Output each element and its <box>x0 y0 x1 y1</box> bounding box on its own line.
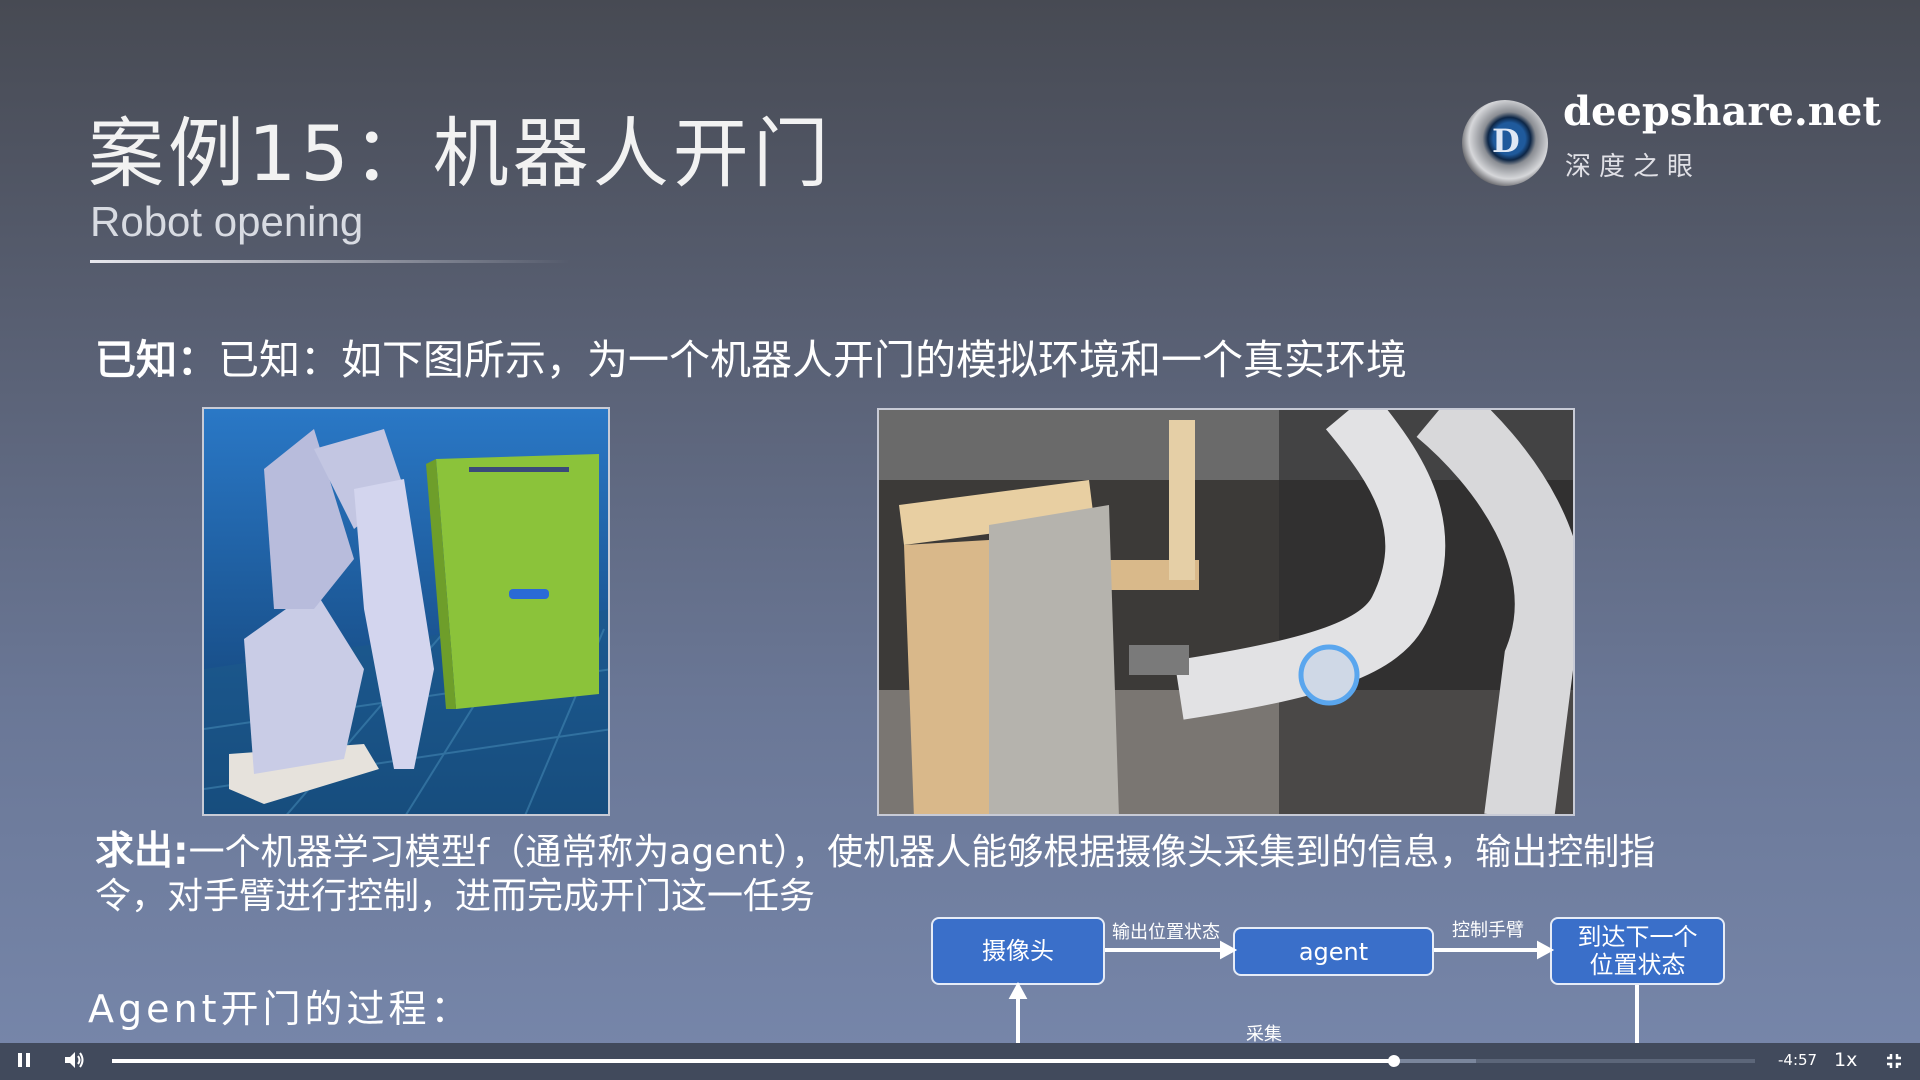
progress-thumb[interactable] <box>1387 1055 1400 1067</box>
progress-played <box>112 1059 1394 1063</box>
exit-fullscreen-icon[interactable] <box>1886 1053 1902 1074</box>
time-remaining: -4:57 <box>1778 1051 1818 1069</box>
pause-icon[interactable] <box>17 1052 31 1073</box>
playback-speed-button[interactable]: 1x <box>1834 1049 1857 1071</box>
diagram-arrows <box>1008 940 1639 1048</box>
volume-icon[interactable] <box>64 1051 86 1074</box>
